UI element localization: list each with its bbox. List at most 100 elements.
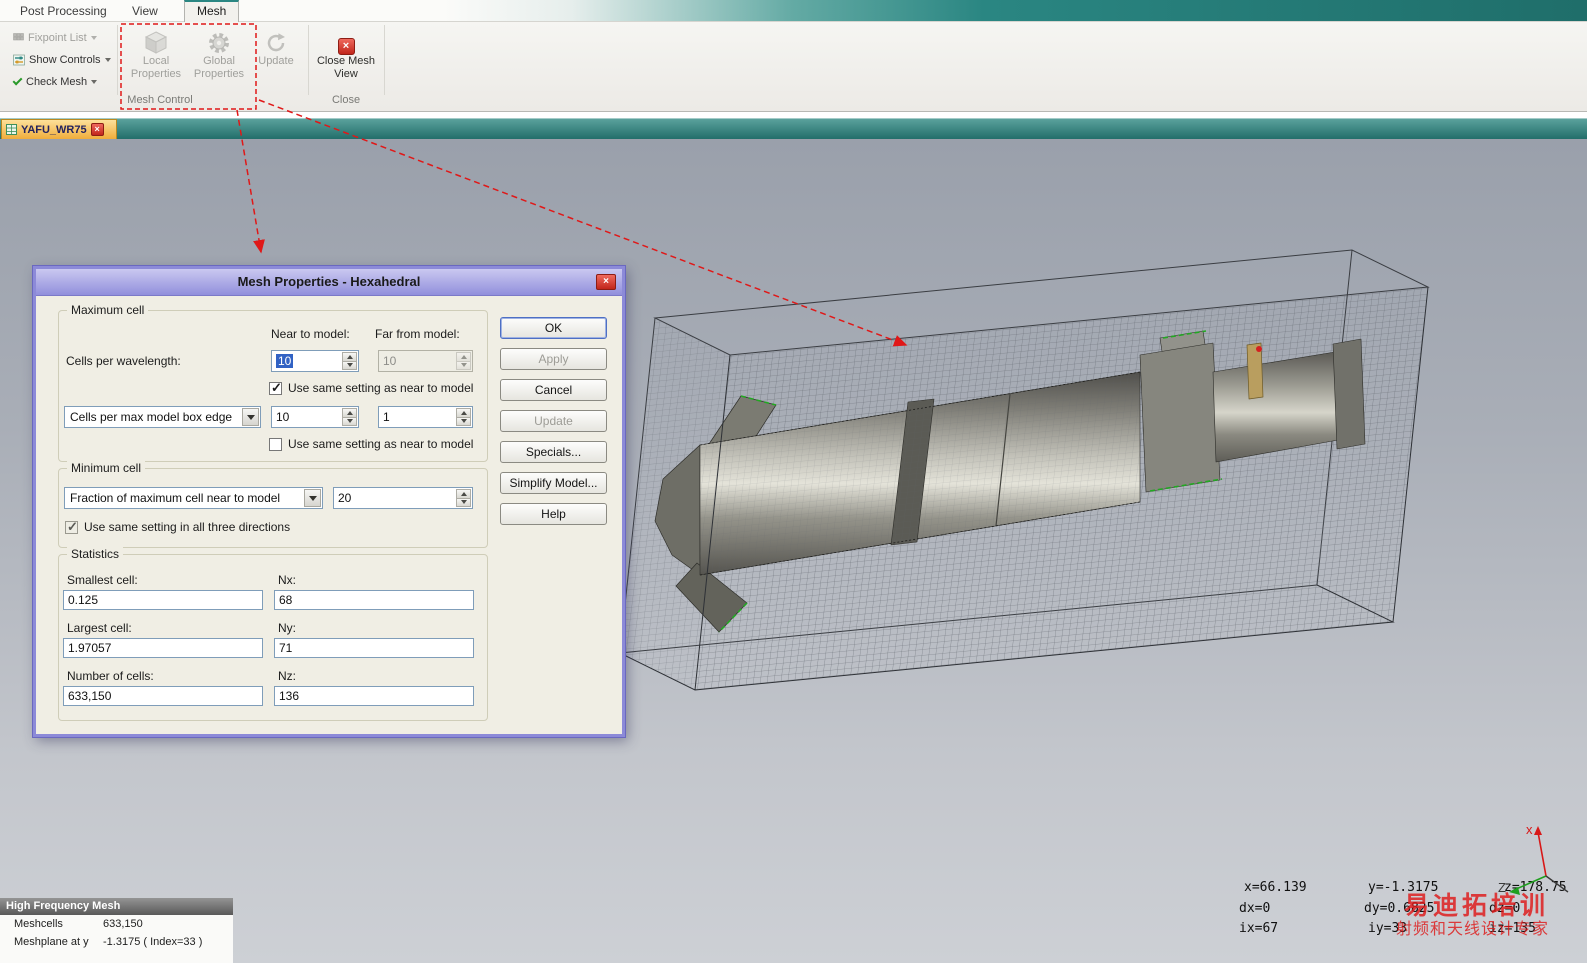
use-same-setting-1-checkbox[interactable]: [269, 382, 282, 395]
close-mesh-view-label: Close Mesh View: [316, 55, 376, 81]
spinner-down-icon[interactable]: [342, 361, 357, 371]
status-header: High Frequency Mesh: [0, 898, 233, 915]
update-button[interactable]: Update: [500, 410, 607, 432]
smallest-cell-field[interactable]: 0.125: [63, 590, 263, 610]
status-row-meshcells: Meshcells 633,150: [0, 918, 233, 933]
spinner-down-icon[interactable]: [456, 417, 471, 427]
box-edge-far-field[interactable]: 1: [378, 406, 473, 428]
coord-dy: dy=0.6825: [1364, 901, 1434, 916]
application-window: Post Processing View Mesh Fixpoint List …: [0, 0, 1587, 963]
number-of-cells-label: Number of cells:: [67, 669, 154, 683]
field-value: 10: [276, 410, 289, 424]
tab-mesh[interactable]: Mesh: [184, 0, 239, 22]
box-edge-near-field[interactable]: 10: [271, 406, 359, 428]
status-panel: High Frequency Mesh Meshcells 633,150 Me…: [0, 898, 233, 963]
chevron-down-icon: [91, 36, 97, 40]
coord-iz: iz=135: [1489, 921, 1536, 936]
use-same-setting-2-label: Use same setting as near to model: [288, 437, 473, 451]
cells-per-wavelength-label: Cells per wavelength:: [66, 354, 181, 368]
help-button[interactable]: Help: [500, 503, 607, 525]
ok-button[interactable]: OK: [500, 317, 607, 339]
update-mesh-button[interactable]: Update: [252, 25, 300, 97]
meshplane-value: -1.3175 ( Index=33 ): [103, 936, 202, 948]
svg-text:x: x: [1526, 822, 1533, 837]
field-value: 1.97057: [68, 641, 111, 655]
cancel-button[interactable]: Cancel: [500, 379, 607, 401]
field-value: 10: [383, 354, 396, 368]
cells-per-wavelength-far-field[interactable]: 10: [378, 350, 473, 372]
field-value: 20: [338, 491, 351, 505]
use-same-setting-2-checkbox[interactable]: [269, 438, 282, 451]
select-value: Fraction of maximum cell near to model: [70, 491, 280, 505]
show-controls-icon: [13, 54, 25, 66]
largest-cell-field[interactable]: 1.97057: [63, 638, 263, 658]
cube-icon: [143, 25, 169, 55]
close-mesh-view-button[interactable]: × Close Mesh View: [316, 25, 376, 97]
fixpoint-list-button[interactable]: Fixpoint List: [10, 29, 100, 47]
show-controls-button[interactable]: Show Controls: [10, 51, 114, 69]
spinner-down-icon[interactable]: [456, 498, 471, 508]
ribbon-tabstrip: Post Processing View Mesh: [0, 0, 1587, 22]
ny-field[interactable]: 71: [274, 638, 474, 658]
global-properties-button[interactable]: Global Properties: [192, 25, 246, 97]
cells-per-wavelength-near-field[interactable]: 10: [271, 350, 359, 372]
maximum-cell-legend: Maximum cell: [67, 303, 148, 317]
chevron-down-icon: [91, 80, 97, 84]
spinner: [342, 352, 357, 370]
refresh-icon: [264, 25, 288, 55]
tab-post-processing[interactable]: Post Processing: [8, 0, 119, 22]
same-three-directions-checkbox[interactable]: [65, 521, 78, 534]
document-tab[interactable]: YAFU_WR75 ×: [1, 119, 117, 140]
spinner: [456, 489, 471, 507]
specials-button[interactable]: Specials...: [500, 441, 607, 463]
document-tab-label: YAFU_WR75: [21, 124, 87, 136]
smallest-cell-label: Smallest cell:: [67, 573, 138, 587]
tab-view[interactable]: View: [120, 0, 170, 22]
apply-button[interactable]: Apply: [500, 348, 607, 370]
update-mesh-label: Update: [258, 55, 293, 68]
spinner-down-icon[interactable]: [456, 361, 471, 371]
number-of-cells-field[interactable]: 633,150: [63, 686, 263, 706]
model-end-cap: [1333, 339, 1365, 449]
max-cell-criterion-select[interactable]: Cells per max model box edge: [64, 406, 261, 428]
nz-field[interactable]: 136: [274, 686, 474, 706]
min-cell-criterion-select[interactable]: Fraction of maximum cell near to model: [64, 487, 323, 509]
meshcells-label: Meshcells: [14, 918, 63, 930]
check-mesh-button[interactable]: Check Mesh: [10, 73, 100, 91]
nx-field[interactable]: 68: [274, 590, 474, 610]
close-group-label: Close: [318, 94, 374, 106]
coord-dx: dx=0: [1239, 901, 1270, 916]
local-properties-label: Local Properties: [130, 55, 182, 81]
use-same-setting-1-label: Use same setting as near to model: [288, 381, 473, 395]
field-value: 136: [279, 689, 299, 703]
gear-icon: [207, 25, 231, 55]
nx-label: Nx:: [278, 573, 296, 587]
largest-cell-label: Largest cell:: [67, 621, 132, 635]
local-properties-button[interactable]: Local Properties: [130, 25, 182, 97]
simplify-model-button[interactable]: Simplify Model...: [500, 472, 607, 494]
field-value: 71: [279, 641, 292, 655]
field-value: 0.125: [68, 593, 98, 607]
document-tab-bar: YAFU_WR75 ×: [0, 118, 1587, 139]
model-flange: [1140, 343, 1220, 492]
use-same-setting-1-row: Use same setting as near to model: [269, 381, 473, 395]
min-cell-value-field[interactable]: 20: [333, 487, 473, 509]
fixpoint-grid-icon: [13, 33, 24, 44]
dropdown-arrow-icon[interactable]: [304, 489, 321, 507]
ribbon-divider: [117, 25, 118, 95]
show-controls-label: Show Controls: [29, 54, 101, 66]
statistics-legend: Statistics: [67, 547, 123, 561]
dropdown-arrow-icon[interactable]: [242, 408, 259, 426]
document-icon: [6, 124, 17, 135]
spinner-down-icon[interactable]: [342, 417, 357, 427]
check-mesh-icon: [13, 76, 23, 86]
dialog-titlebar[interactable]: Mesh Properties - Hexahedral ×: [36, 269, 622, 296]
ribbon: Post Processing View Mesh Fixpoint List …: [0, 0, 1587, 112]
minimum-cell-legend: Minimum cell: [67, 461, 145, 475]
dialog-close-icon[interactable]: ×: [596, 274, 616, 290]
field-value: 633,150: [68, 689, 111, 703]
use-same-setting-2-row: Use same setting as near to model: [269, 437, 473, 451]
global-properties-label: Global Properties: [192, 55, 246, 81]
axis-triad-icon: x Z: [1496, 816, 1584, 904]
document-tab-close-icon[interactable]: ×: [91, 123, 104, 136]
